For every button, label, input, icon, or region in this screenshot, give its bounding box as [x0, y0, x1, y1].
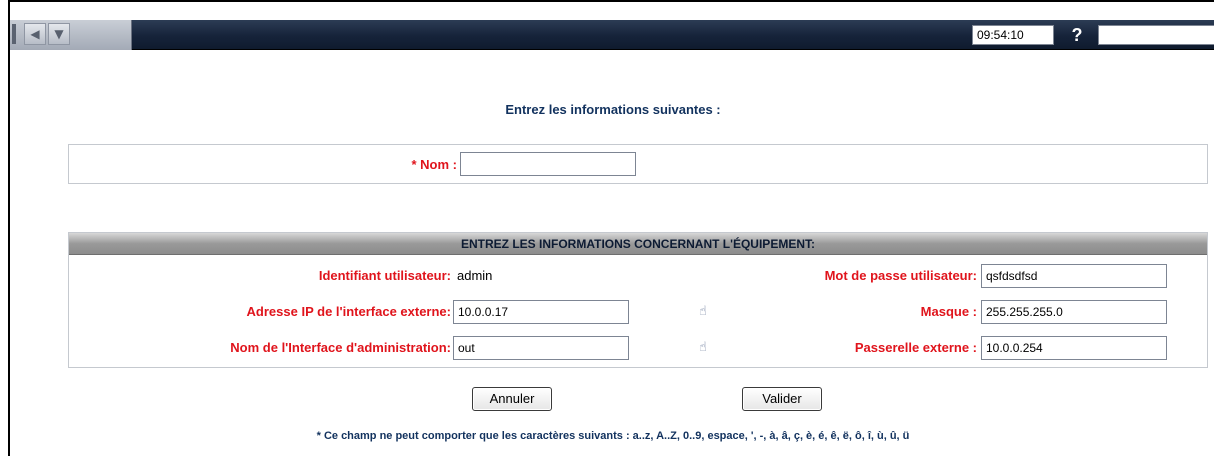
equipment-section: ENTREZ LES INFORMATIONS CONCERNANT L'ÉQU… — [68, 232, 1208, 368]
ext-ip-label: Adresse IP de l'interface externe: — [246, 304, 451, 319]
dropdown-button[interactable]: ▼ — [48, 23, 70, 45]
back-button[interactable]: ◀ — [24, 23, 46, 45]
toolbar-grip[interactable] — [12, 24, 16, 44]
intro-heading: Entrez les informations suivantes : — [505, 102, 721, 117]
top-toolbar: ◀ ▼ 09:54:10 ? — [10, 20, 1214, 50]
triangle-down-icon: ▼ — [54, 27, 64, 41]
clock-display: 09:54:10 — [972, 25, 1054, 45]
row-ip: Adresse IP de l'interface externe: 10.0.… — [69, 300, 1209, 327]
ext-ip-input[interactable]: 10.0.0.17 — [453, 300, 629, 324]
user-id-label: Identifiant utilisateur: — [318, 268, 451, 283]
password-input[interactable]: qsfdsdfsd — [981, 264, 1167, 288]
toolbar-input[interactable] — [1098, 25, 1214, 45]
gateway-label: Passerelle externe : — [854, 340, 977, 355]
help-button[interactable]: ? — [1062, 23, 1092, 47]
admin-iface-label: Nom de l'Interface d'administration: — [230, 340, 451, 355]
name-input[interactable] — [460, 152, 636, 176]
mask-label: Masque : — [920, 304, 977, 319]
name-section: * Nom : — [68, 144, 1208, 184]
gateway-input[interactable]: 10.0.0.254 — [981, 336, 1167, 360]
mask-input[interactable]: 255.255.255.0 — [981, 300, 1167, 324]
equipment-header: ENTREZ LES INFORMATIONS CONCERNANT L'ÉQU… — [69, 233, 1207, 255]
user-id-value: admin — [457, 268, 493, 283]
triangle-left-icon: ◀ — [30, 27, 40, 41]
admin-iface-input[interactable]: out — [453, 336, 629, 360]
name-label: * Nom : — [411, 157, 458, 172]
footnote: * Ce champ ne peut comporter que les car… — [316, 430, 910, 442]
cancel-button[interactable]: Annuler — [472, 387, 552, 411]
password-label: Mot de passe utilisateur: — [824, 268, 977, 283]
row-user: Identifiant utilisateur: admin Mot de pa… — [69, 264, 1209, 291]
submit-button[interactable]: Valider — [742, 387, 822, 411]
nav-group: ◀ ▼ — [10, 20, 132, 50]
row-admin: Nom de l'Interface d'administration: out… — [69, 336, 1209, 363]
app-frame: ◀ ▼ 09:54:10 ? Entrez les informations s… — [8, 0, 1214, 456]
